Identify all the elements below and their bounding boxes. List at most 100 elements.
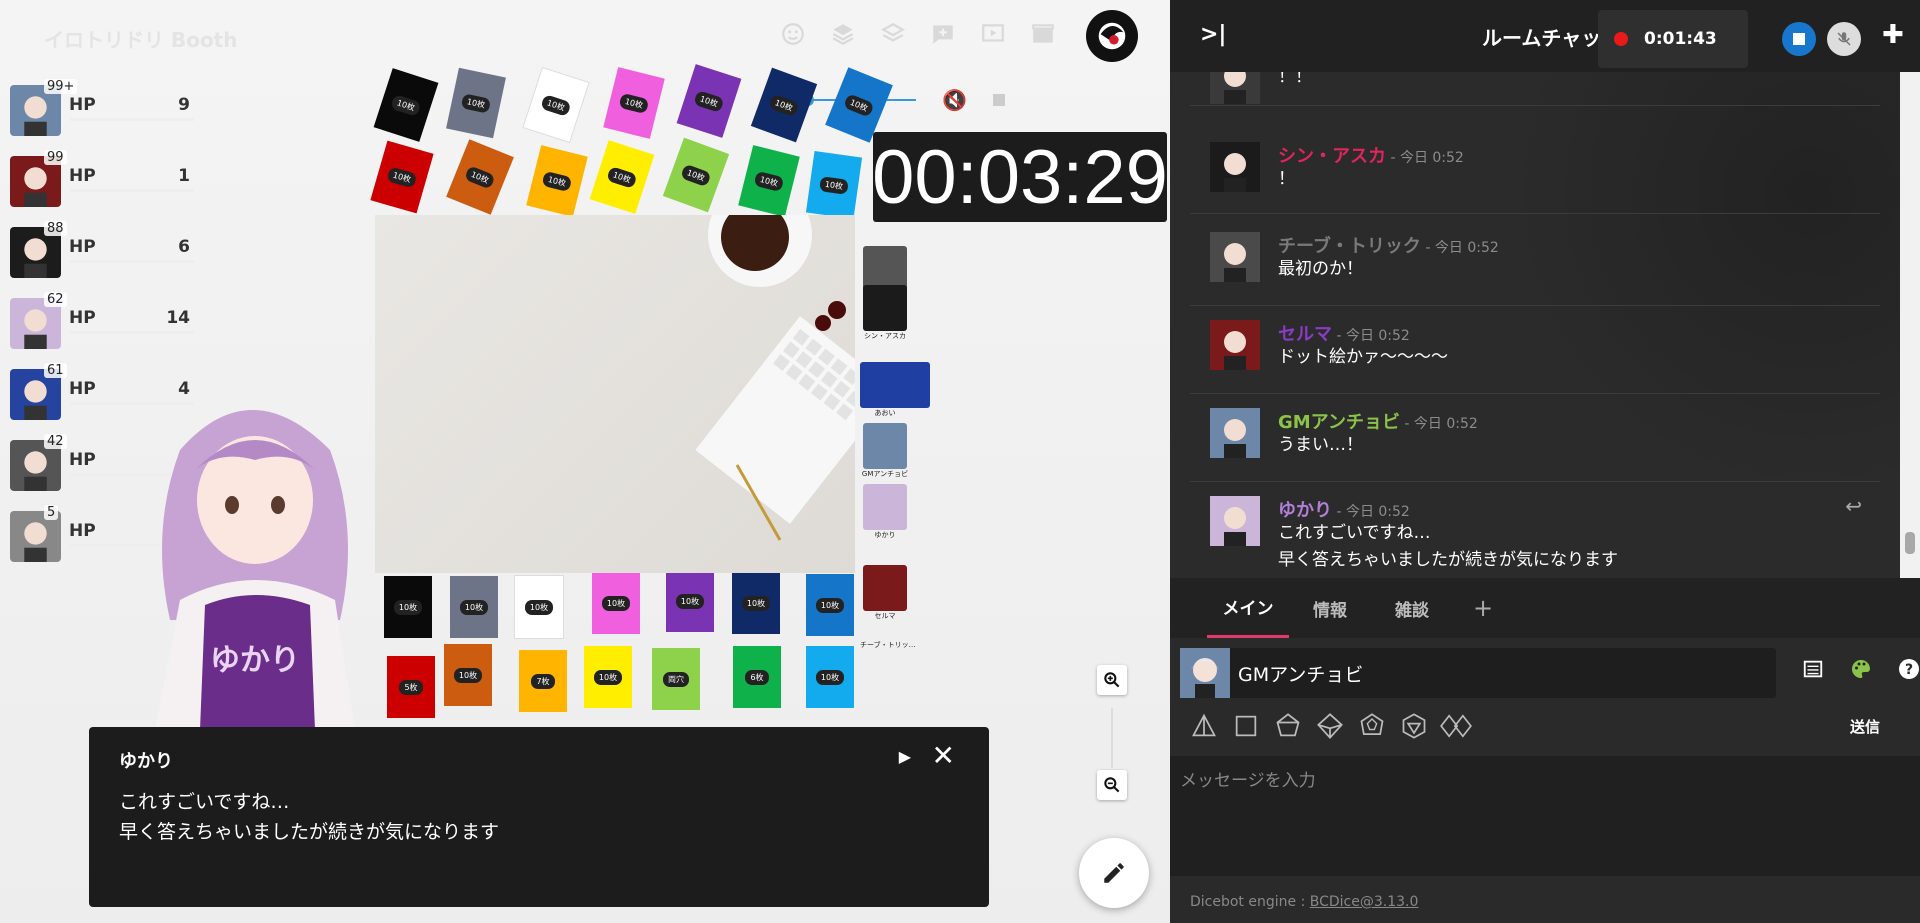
tab-info[interactable]: 情報 — [1289, 578, 1371, 638]
palette-icon[interactable] — [1848, 656, 1874, 682]
side-piece[interactable]: あおい — [860, 362, 930, 418]
chat-panel: >| ルームチャット 0:01:43 ✚ ！！ シン・アスカ - 今日 0:52！… — [1170, 0, 1920, 923]
side-piece[interactable]: チーブ・トリッ… — [860, 640, 916, 650]
speaker-select[interactable]: GMアンチョビ — [1180, 648, 1776, 698]
playing-card[interactable]: 7枚 — [519, 650, 567, 712]
hp-value: 14 — [166, 308, 190, 328]
message-list[interactable]: ！！ シン・アスカ - 今日 0:52！チーブ・トリック - 今日 0:52 最初の… — [1170, 72, 1900, 578]
playing-card[interactable]: 10枚 — [584, 646, 632, 708]
play-mat[interactable] — [375, 215, 855, 573]
character-row[interactable]: 88 HP 6 — [10, 221, 194, 281]
playing-card[interactable]: 10枚 — [444, 644, 492, 706]
movie-icon[interactable] — [1025, 16, 1061, 52]
close-icon[interactable]: ✕ — [932, 739, 955, 772]
playing-card[interactable]: 両穴 — [652, 648, 700, 710]
zoom-slider[interactable] — [1111, 708, 1113, 768]
card-label: 10枚 — [693, 89, 725, 113]
message-avatar — [1210, 320, 1260, 370]
d10-icon[interactable] — [1314, 710, 1346, 742]
card-label: 10枚 — [524, 599, 554, 615]
scrollbar[interactable] — [1900, 72, 1920, 578]
room-title: イロトリドリ Booth — [44, 28, 238, 52]
d12-icon[interactable] — [1356, 710, 1388, 742]
hp-label: HP — [69, 450, 96, 470]
side-piece[interactable]: GMアンチョビ — [860, 423, 910, 479]
card-label: 10枚 — [459, 599, 489, 615]
playing-card[interactable]: 10枚 — [370, 140, 434, 214]
dicebot-link[interactable]: BCDice@3.13.0 — [1310, 894, 1419, 910]
playing-card[interactable]: 10枚 — [384, 576, 432, 638]
playing-card[interactable]: 10枚 — [515, 576, 563, 638]
card-label: 10枚 — [460, 92, 492, 114]
playing-card[interactable]: 10枚 — [732, 572, 780, 634]
user-avatar[interactable] — [1086, 10, 1138, 62]
d100-icon[interactable] — [1440, 710, 1472, 742]
next-arrow-icon[interactable]: ▶ — [899, 747, 911, 766]
card-label: 10枚 — [540, 93, 572, 117]
character-row[interactable]: 99 HP 1 — [10, 150, 194, 210]
playing-card[interactable]: 10枚 — [373, 68, 439, 142]
d8-icon[interactable] — [1272, 710, 1304, 742]
hp-label: HP — [69, 308, 96, 328]
edit-button[interactable] — [1079, 838, 1149, 908]
mute-icon[interactable]: 🔇 — [942, 88, 967, 112]
playing-card[interactable]: 10枚 — [806, 646, 854, 708]
tab-chatter[interactable]: 雑談 — [1371, 578, 1453, 638]
zoom-out-button[interactable] — [1097, 770, 1127, 800]
puzzle-icon[interactable]: ✚ — [1882, 20, 1904, 50]
side-piece[interactable]: ゆかり — [860, 484, 910, 540]
send-button[interactable]: 送信 — [1850, 716, 1880, 737]
game-board[interactable]: イロトリドリ Booth 99+ HP 9 99 HP 1 88 HP 6 62 HP 14 61 HP 4… — [0, 0, 1170, 923]
help-icon[interactable]: ? — [1896, 656, 1920, 682]
playing-card[interactable]: 5枚 — [387, 656, 435, 718]
character-count: 88 — [44, 221, 67, 236]
card-label: 10枚 — [675, 593, 705, 609]
message-text: ！ — [1278, 169, 1295, 189]
side-piece[interactable]: シン・アスカ — [860, 285, 910, 341]
card-label: 10枚 — [606, 165, 638, 189]
d4-icon[interactable] — [1188, 710, 1220, 742]
stop-recording-button[interactable] — [1782, 22, 1816, 56]
playing-card[interactable]: 10枚 — [750, 67, 818, 143]
message-avatar — [1210, 72, 1260, 104]
playing-card[interactable]: 10枚 — [592, 572, 640, 634]
playing-card[interactable]: 10枚 — [738, 145, 800, 217]
playing-card[interactable]: 10枚 — [450, 576, 498, 638]
add-comment-icon[interactable] — [925, 16, 961, 52]
reply-icon[interactable]: ↩ — [1845, 494, 1862, 518]
side-piece-label: ゆかり — [874, 531, 896, 539]
add-tab-icon[interactable]: + — [1453, 578, 1513, 638]
side-piece-image — [863, 423, 907, 469]
d6-icon[interactable] — [1230, 710, 1262, 742]
collapse-icon[interactable]: >| — [1200, 22, 1226, 47]
layers-icon[interactable] — [825, 16, 861, 52]
d20-icon[interactable] — [1398, 710, 1430, 742]
playing-card[interactable]: 10枚 — [523, 68, 589, 142]
playing-card[interactable]: 10枚 — [446, 67, 506, 139]
playing-card[interactable]: 10枚 — [676, 64, 742, 138]
side-piece[interactable]: セルマ — [860, 565, 910, 621]
tab-main[interactable]: メイン — [1207, 578, 1289, 638]
list-icon[interactable] — [1800, 656, 1826, 682]
playing-card[interactable]: 6枚 — [733, 646, 781, 708]
playing-card[interactable]: 10枚 — [662, 137, 730, 213]
zoom-in-button[interactable] — [1097, 665, 1127, 695]
slideshow-icon[interactable] — [975, 16, 1011, 52]
playing-card[interactable]: 10枚 — [806, 574, 854, 636]
face-icon[interactable] — [775, 16, 811, 52]
playing-card[interactable]: 10枚 — [805, 150, 863, 220]
card-label: 10枚 — [393, 599, 423, 615]
playing-card[interactable]: 10枚 — [589, 140, 655, 214]
message-input[interactable] — [1170, 756, 1920, 876]
mic-off-button[interactable] — [1827, 22, 1861, 56]
playing-card[interactable]: 10枚 — [526, 145, 588, 217]
character-row[interactable]: 62 HP 14 — [10, 292, 194, 352]
card-label: 10枚 — [464, 164, 496, 190]
playing-card[interactable]: 10枚 — [603, 67, 665, 139]
character-row[interactable]: 99+ HP 9 — [10, 79, 194, 139]
playing-card[interactable]: 10枚 — [446, 139, 514, 215]
playing-card[interactable]: 10枚 — [666, 570, 714, 632]
layers-outline-icon[interactable] — [875, 16, 911, 52]
stop-icon[interactable] — [992, 94, 1005, 106]
character-count: 99+ — [44, 79, 78, 94]
